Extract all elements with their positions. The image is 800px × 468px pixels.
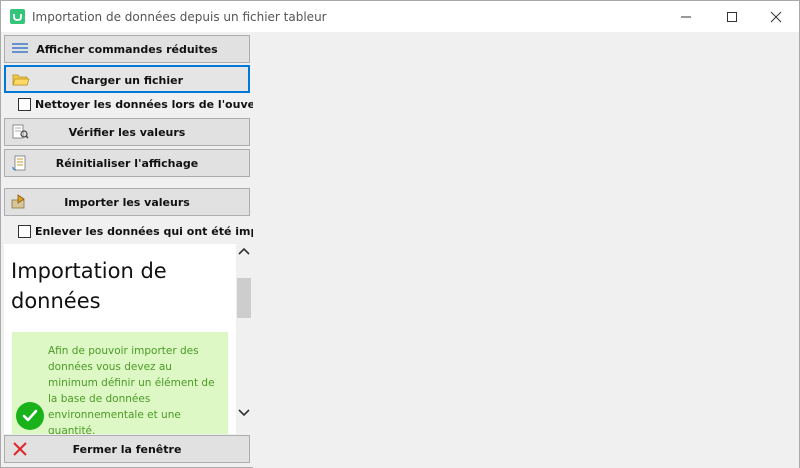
remove-imported-checkbox[interactable]: Enlever les données qui ont été importée… [18, 224, 298, 240]
import-values-label: Importer les valeurs [64, 196, 190, 209]
check-circle-icon [16, 402, 44, 430]
data-preview-area [253, 32, 799, 468]
verify-values-button[interactable]: Vérifier les valeurs [4, 118, 250, 146]
minimize-icon [681, 16, 691, 18]
remove-imported-box[interactable] [18, 225, 31, 238]
title-bar[interactable]: Importation de données depuis un fichier… [1, 1, 799, 32]
verify-values-label: Vérifier les valeurs [68, 126, 186, 139]
close-window-label: Fermer la fenêtre [72, 443, 182, 456]
reset-view-button[interactable]: Réinitialiser l'affichage [4, 149, 250, 177]
chevron-down-icon [238, 409, 250, 417]
info-message-box: Afin de pouvoir importer des données vou… [12, 332, 228, 434]
chevron-up-icon [238, 247, 250, 255]
import-window: Importation de données depuis un fichier… [0, 0, 800, 468]
window-title: Importation de données depuis un fichier… [32, 10, 327, 24]
close-window-x-button[interactable] [753, 1, 799, 32]
info-scrollbar[interactable] [236, 244, 252, 434]
clean-on-open-box[interactable] [18, 98, 31, 111]
load-file-label: Charger un fichier [71, 74, 183, 87]
scroll-thumb[interactable] [237, 278, 251, 318]
command-panel: Afficher commandes réduites Charger un f… [1, 32, 298, 468]
scroll-up-button[interactable] [236, 244, 252, 260]
minimize-button[interactable] [663, 1, 709, 32]
maximize-button[interactable] [709, 1, 755, 32]
import-values-button[interactable]: Importer les valeurs [4, 188, 250, 216]
maximize-icon [727, 12, 737, 22]
close-icon [770, 11, 782, 23]
load-file-button[interactable]: Charger un fichier [4, 65, 250, 93]
reduced-commands-label: Afficher commandes réduites [36, 43, 218, 56]
info-message: Afin de pouvoir importer des données vou… [48, 345, 215, 434]
info-panel: Importation de données Afin de pouvoir i… [4, 244, 236, 434]
app-icon [10, 9, 25, 24]
info-title: Importation de données [11, 259, 167, 313]
close-window-button[interactable]: Fermer la fenêtre [4, 435, 250, 463]
scroll-down-button[interactable] [236, 404, 252, 420]
reset-view-label: Réinitialiser l'affichage [55, 157, 199, 170]
reduced-commands-button[interactable]: Afficher commandes réduites [4, 35, 250, 63]
clean-on-open-label: Nettoyer les données lors de l'ouverture [35, 98, 287, 111]
clean-on-open-checkbox[interactable]: Nettoyer les données lors de l'ouverture [18, 97, 286, 113]
